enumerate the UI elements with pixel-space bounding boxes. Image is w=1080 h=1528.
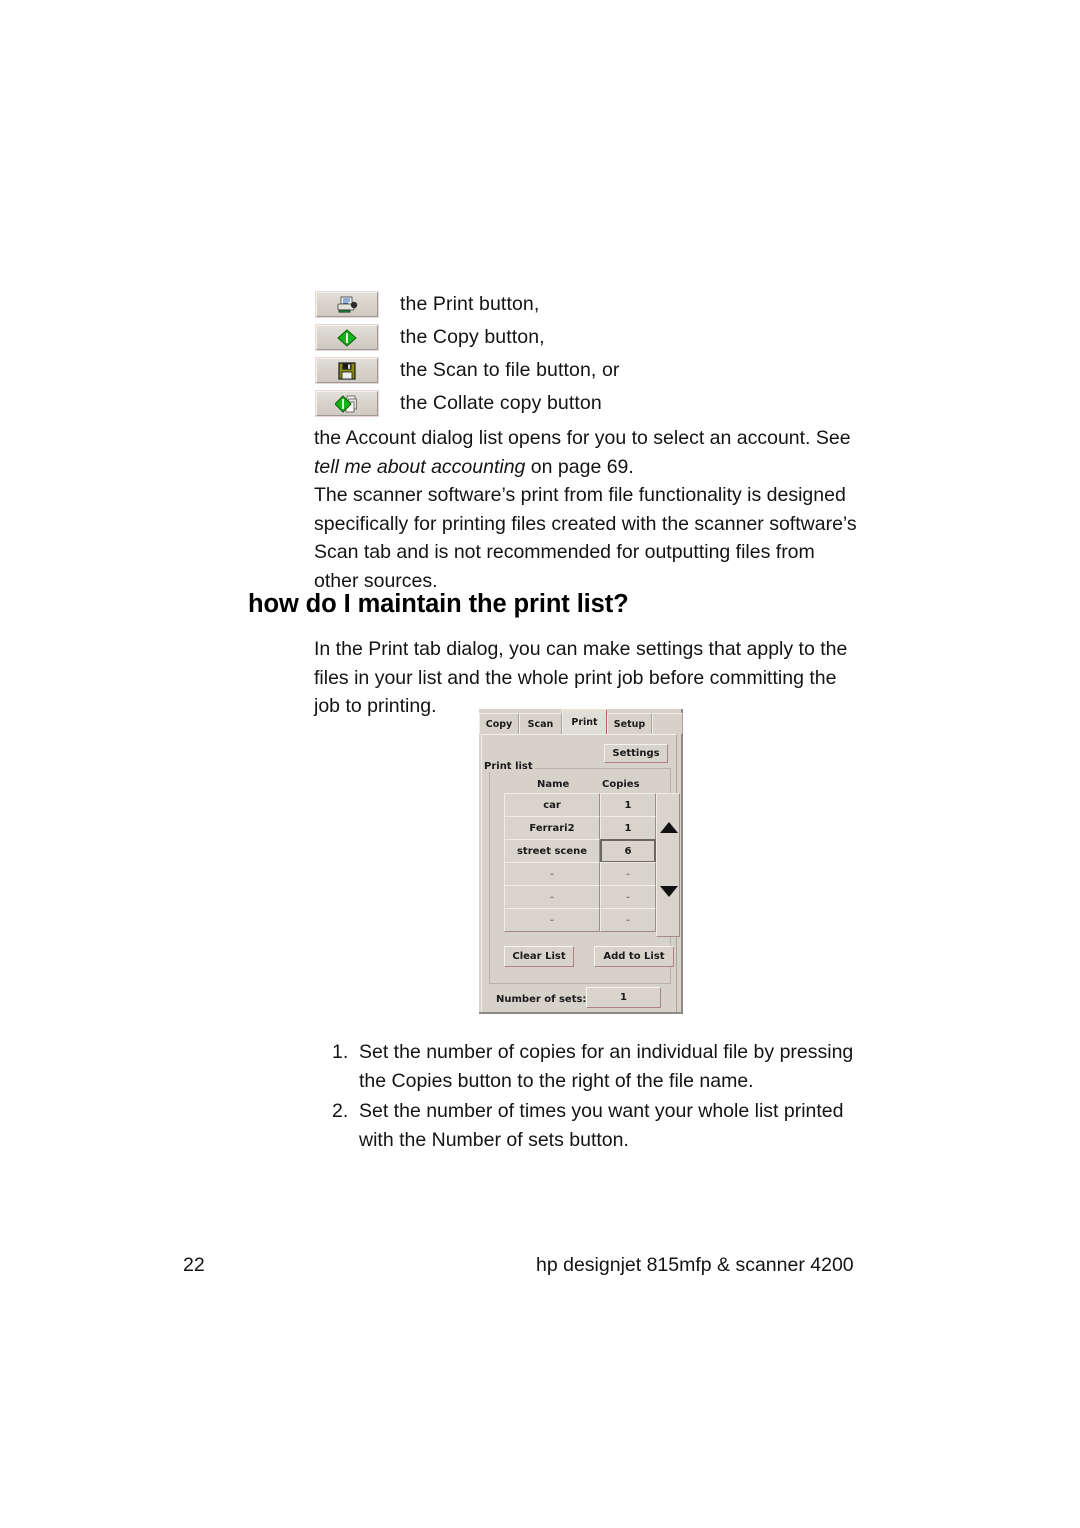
tab-setup-label: Setup: [613, 718, 646, 730]
row-name-cell[interactable]: -: [504, 908, 600, 932]
list-item-text: Set the number of times you want your wh…: [359, 1100, 844, 1151]
row-name-cell[interactable]: car: [504, 793, 600, 817]
printer-icon-art: [337, 296, 358, 313]
icon-bullet-row: the Copy button,: [316, 321, 936, 354]
paragraph-account-pre: the Account dialog list opens for you to…: [314, 427, 851, 449]
triangle-up-icon[interactable]: [660, 822, 678, 833]
dialog-tab-body: Settings Name Copies car 1 Ferrari2 1 st…: [481, 734, 680, 1012]
icon-bullet-label: the Scan to file button, or: [400, 359, 620, 381]
tab-print[interactable]: Print: [562, 709, 607, 734]
triangle-down-icon[interactable]: [660, 886, 678, 897]
list-item-text: Set the number of copies for an individu…: [359, 1041, 854, 1092]
paragraph-intro: In the Print tab dialog, you can make se…: [314, 638, 848, 718]
row-copies-cell[interactable]: 1: [600, 793, 656, 817]
dialog-tab-strip: Copy Scan Print Setup: [479, 709, 683, 734]
row-name-cell[interactable]: -: [504, 885, 600, 909]
table-row: - -: [504, 862, 656, 886]
icon-bullet-row: the Collate copy button: [316, 387, 936, 420]
copy-diamond-icon: [316, 325, 378, 350]
print-list-grid: car 1 Ferrari2 1 street scene 6 - - - - …: [504, 793, 656, 932]
section-heading: how do I maintain the print list?: [248, 590, 629, 618]
collate-copy-icon: [316, 391, 378, 416]
row-copies-cell[interactable]: -: [600, 862, 656, 886]
list-item: 2. Set the number of times you want your…: [332, 1097, 872, 1154]
tab-copy[interactable]: Copy: [479, 713, 519, 734]
add-to-list-button[interactable]: Add to List: [594, 946, 674, 967]
page-number: 22: [183, 1254, 205, 1276]
list-item: 1. Set the number of copies for an indiv…: [332, 1038, 872, 1095]
table-row: street scene 6: [504, 839, 656, 863]
print-list-groupbox: Name Copies car 1 Ferrari2 1 street scen…: [489, 768, 680, 984]
table-row: car 1: [504, 793, 656, 817]
collate-copy-icon-art: [335, 394, 357, 413]
row-name-cell[interactable]: Ferrari2: [504, 816, 600, 840]
settings-button[interactable]: Settings: [604, 744, 668, 763]
paragraph-scanner: The scanner software’s print from file f…: [314, 484, 857, 592]
numbered-instruction-list: 1. Set the number of copies for an indiv…: [332, 1038, 872, 1156]
icon-bullet-list: the Print button, the Copy button, the S…: [316, 288, 936, 420]
column-header-copies: Copies: [602, 779, 640, 790]
icon-bullet-row: the Scan to file button, or: [316, 354, 936, 387]
list-item-marker: 2.: [332, 1100, 349, 1123]
number-of-sets-label: Number of sets:: [496, 994, 587, 1005]
icon-bullet-label: the Copy button,: [400, 326, 545, 348]
list-item-marker: 1.: [332, 1041, 349, 1063]
floppy-save-icon-art: [338, 361, 356, 380]
print-list-group-title: Print list: [482, 761, 535, 772]
copy-diamond-icon-art: [337, 328, 357, 347]
column-header-name: Name: [537, 779, 570, 790]
icon-bullet-label: the Print button,: [400, 293, 540, 315]
table-row: - -: [504, 885, 656, 909]
tab-copy-label: Copy: [485, 718, 513, 730]
paragraph-account-post: on page 69.: [525, 455, 634, 478]
table-row: - -: [504, 908, 656, 932]
number-of-sets-button[interactable]: 1: [586, 987, 661, 1008]
printer-icon: [316, 292, 378, 317]
tab-scan-label: Scan: [527, 718, 554, 730]
tab-print-label: Print: [571, 717, 598, 728]
icon-bullet-row: the Print button,: [316, 288, 936, 321]
row-copies-cell[interactable]: -: [600, 885, 656, 909]
print-tab-dialog-screenshot: Copy Scan Print Setup Settings Name Copi…: [479, 709, 683, 1014]
row-copies-cell[interactable]: 1: [600, 816, 656, 840]
tab-scan[interactable]: Scan: [519, 713, 562, 734]
row-name-cell[interactable]: -: [504, 862, 600, 886]
clear-list-button[interactable]: Clear List: [504, 946, 574, 967]
footer-product-name: hp designjet 815mfp & scanner 4200: [536, 1254, 854, 1276]
paragraph-account-italic: tell me about accounting: [314, 455, 526, 478]
row-copies-cell-focused[interactable]: 6: [600, 839, 656, 863]
tab-strip-filler: [652, 713, 683, 734]
paragraph-account: the Account dialog list opens for you to…: [314, 424, 859, 481]
tab-setup[interactable]: Setup: [607, 713, 652, 734]
row-name-cell[interactable]: street scene: [504, 839, 600, 863]
icon-bullet-label: the Collate copy button: [400, 392, 602, 414]
table-row: Ferrari2 1: [504, 816, 656, 840]
list-scroll-arrows: [656, 793, 680, 937]
row-copies-cell[interactable]: -: [600, 908, 656, 932]
floppy-save-icon: [316, 358, 378, 383]
document-page: the Print button, the Copy button, the S…: [0, 0, 1080, 1528]
